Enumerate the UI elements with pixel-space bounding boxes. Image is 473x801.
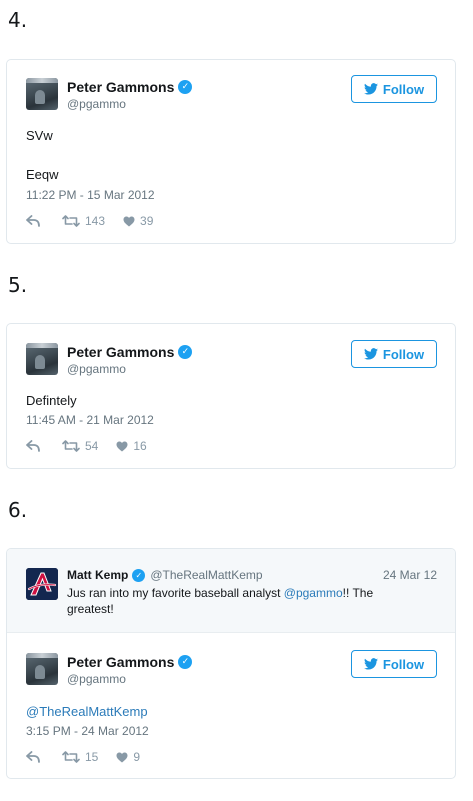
like-button[interactable]: 16	[116, 439, 147, 453]
section-number: 4.	[8, 8, 28, 32]
author-handle[interactable]: @pgammo	[67, 97, 126, 111]
retweet-button[interactable]: 54	[62, 439, 116, 453]
quoted-author-name[interactable]: Matt Kemp	[67, 568, 128, 582]
section-number: 6.	[8, 498, 28, 522]
tweet-actions: 54 16	[26, 439, 147, 453]
follow-button[interactable]: Follow	[351, 75, 437, 103]
retweet-icon	[62, 751, 80, 763]
retweet-icon	[62, 215, 80, 227]
section-number: 5.	[8, 273, 28, 297]
author-name[interactable]: Peter Gammons	[67, 344, 174, 360]
reply-mention-link[interactable]: @TheRealMattKemp	[26, 704, 148, 719]
twitter-bird-icon	[363, 658, 378, 670]
like-button[interactable]: 39	[123, 214, 153, 228]
reply-button[interactable]	[26, 215, 62, 227]
quoted-author-row: Matt Kemp ✓ @TheRealMattKemp	[67, 568, 263, 582]
avatar[interactable]	[26, 653, 58, 685]
avatar[interactable]	[26, 343, 58, 375]
author-row: Peter Gammons ✓	[67, 654, 193, 670]
quoted-author-handle[interactable]: @TheRealMattKemp	[150, 568, 262, 582]
retweet-count: 143	[85, 214, 106, 228]
reply-icon	[26, 751, 40, 763]
like-count: 9	[133, 750, 141, 764]
quoted-tweet[interactable]: Matt Kemp ✓ @TheRealMattKemp 24 Mar 12 J…	[7, 549, 455, 633]
heart-icon	[123, 216, 135, 226]
reply-button[interactable]	[26, 440, 62, 452]
retweet-button[interactable]: 143	[62, 214, 123, 228]
like-count: 39	[140, 214, 154, 228]
author-handle[interactable]: @pgammo	[67, 362, 126, 376]
reply-icon	[26, 215, 40, 227]
follow-label: Follow	[382, 346, 425, 362]
retweet-count: 54	[85, 439, 99, 453]
quoted-text: Jus ran into my favorite baseball analys…	[67, 585, 407, 617]
like-count: 16	[133, 439, 147, 453]
author-handle[interactable]: @pgammo	[67, 672, 126, 686]
mention-link[interactable]: @pgammo	[284, 586, 343, 600]
retweet-count: 15	[85, 750, 99, 764]
tweet-text: Defintely	[26, 393, 77, 408]
verified-check-icon: ✓	[178, 655, 193, 669]
braves-logo-icon[interactable]	[26, 568, 58, 600]
tweet-timestamp[interactable]: 11:22 PM - 15 Mar 2012	[26, 188, 155, 202]
tweet-text-line: Eeqw	[26, 167, 59, 182]
tweet-actions: 143 39	[26, 214, 153, 228]
author-name[interactable]: Peter Gammons	[67, 654, 174, 670]
author-row: Peter Gammons ✓	[67, 344, 193, 360]
verified-check-icon: ✓	[132, 568, 146, 582]
reply-button[interactable]	[26, 751, 62, 763]
quoted-date[interactable]: 24 Mar 12	[383, 568, 437, 582]
quoted-text-before: Jus ran into my favorite baseball analys…	[67, 586, 284, 600]
tweet-timestamp[interactable]: 3:15 PM - 24 Mar 2012	[26, 724, 149, 738]
retweet-icon	[62, 440, 80, 452]
verified-check-icon: ✓	[178, 345, 193, 359]
verified-check-icon: ✓	[178, 80, 193, 94]
tweet-actions: 15 9	[26, 750, 140, 764]
retweet-button[interactable]: 15	[62, 750, 116, 764]
tweet-text-line: SVw	[26, 128, 53, 143]
heart-icon	[116, 441, 128, 451]
follow-label: Follow	[382, 656, 425, 672]
author-name[interactable]: Peter Gammons	[67, 79, 174, 95]
twitter-bird-icon	[363, 83, 378, 95]
follow-label: Follow	[382, 81, 425, 97]
author-row: Peter Gammons ✓	[67, 79, 193, 95]
tweet-card[interactable]: Peter Gammons ✓ @pgammo Follow Defintely…	[6, 323, 456, 469]
like-button[interactable]: 9	[116, 750, 140, 764]
tweet-timestamp[interactable]: 11:45 AM - 21 Mar 2012	[26, 413, 154, 427]
follow-button[interactable]: Follow	[351, 340, 437, 368]
tweet-card[interactable]: Peter Gammons ✓ @pgammo Follow SVw Eeqw …	[6, 59, 456, 244]
follow-button[interactable]: Follow	[351, 650, 437, 678]
heart-icon	[116, 752, 128, 762]
reply-icon	[26, 440, 40, 452]
twitter-bird-icon	[363, 348, 378, 360]
tweet-card[interactable]: Matt Kemp ✓ @TheRealMattKemp 24 Mar 12 J…	[6, 548, 456, 779]
avatar[interactable]	[26, 78, 58, 110]
